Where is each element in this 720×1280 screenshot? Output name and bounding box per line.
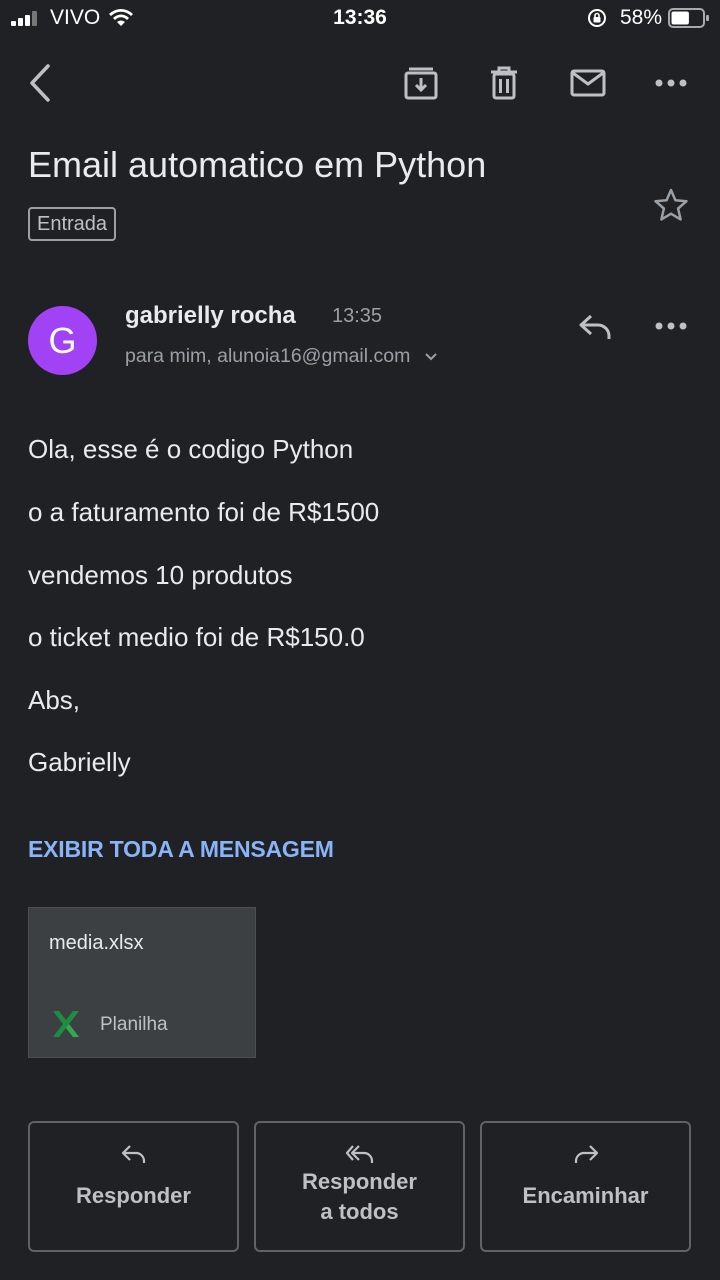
recipients-details[interactable]: para mim, alunoia16@gmail.com (125, 345, 438, 368)
archive-icon (404, 67, 438, 100)
sender-name: gabrielly rocha (125, 302, 296, 329)
status-bar: VIVO 13:36 58% (0, 0, 720, 36)
clock: 13:36 (333, 6, 387, 29)
email-subject: Email automatico em Python (28, 144, 487, 185)
sent-time: 13:35 (332, 305, 383, 327)
reply-all-label-line1: Responder (302, 1169, 417, 1194)
delete-button[interactable] (480, 59, 528, 107)
reply-button[interactable]: Responder (28, 1121, 239, 1252)
show-full-message-link[interactable]: EXIBIR TODA A MENSAGEM (28, 836, 334, 863)
chevron-down-icon (425, 353, 437, 361)
body-line: Ola, esse é o codigo Python (28, 434, 354, 464)
archive-button[interactable] (397, 59, 445, 107)
reply-all-icon (345, 1145, 373, 1163)
reply-all-button[interactable]: Responder a todos (254, 1121, 465, 1252)
message-more-button[interactable] (647, 302, 695, 350)
back-button[interactable] (16, 59, 64, 107)
reply-label: Responder (76, 1183, 191, 1208)
attachment-type: Planilha (100, 1014, 168, 1035)
more-options-button[interactable] (647, 59, 695, 107)
trash-icon (491, 66, 517, 100)
more-options-icon (655, 79, 687, 87)
reply-all-label-line2: a todos (320, 1199, 399, 1224)
battery-icon (668, 8, 709, 28)
orientation-lock-icon (588, 9, 606, 27)
mark-unread-button[interactable] (564, 59, 612, 107)
attachment-card[interactable]: media.xlsx Planilha (28, 907, 256, 1058)
forward-button[interactable]: Encaminhar (480, 1121, 691, 1252)
spreadsheet-icon (53, 1011, 79, 1037)
reply-icon-button[interactable] (571, 302, 619, 350)
body-line: o ticket medio foi de R$150.0 (28, 622, 365, 652)
more-options-icon (655, 322, 687, 330)
body-line: vendemos 10 produtos (28, 560, 293, 590)
forward-label: Encaminhar (522, 1183, 649, 1208)
mark-unread-icon (570, 69, 606, 97)
body-line: Abs, (28, 685, 81, 715)
recipients-text: para mim, alunoia16@gmail.com (125, 345, 411, 367)
star-button[interactable] (647, 181, 695, 229)
attachment-filename: media.xlsx (49, 932, 144, 954)
label-chip-inbox[interactable]: Entrada (28, 207, 117, 241)
reply-icon (579, 314, 611, 339)
reply-all-label: Responder a todos (302, 1167, 417, 1227)
avatar[interactable]: G (28, 306, 97, 375)
battery-percent: 58% (619, 6, 662, 29)
back-arrow-icon (30, 64, 50, 102)
body-line: Gabrielly (28, 747, 131, 777)
body-line: o a faturamento foi de R$1500 (28, 497, 380, 527)
forward-icon (574, 1145, 598, 1163)
reply-icon (121, 1145, 145, 1163)
star-icon (654, 188, 688, 221)
